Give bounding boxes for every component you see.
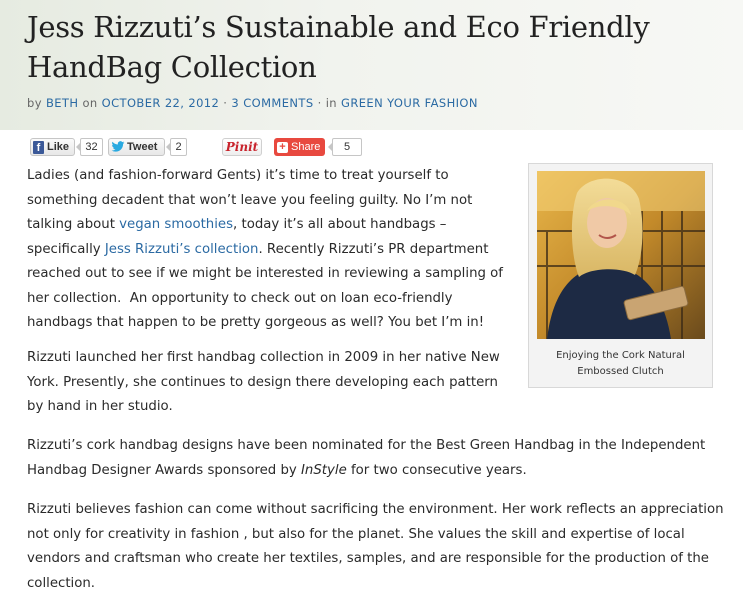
facebook-icon: f bbox=[33, 140, 44, 154]
plus-icon: + bbox=[277, 141, 288, 153]
post-title: Jess Rizzuti’s Sustainable and Eco Frien… bbox=[27, 10, 650, 84]
share-label: Share bbox=[291, 141, 321, 153]
photo-caption: Enjoying the Cork Natural Embossed Clutc… bbox=[556, 350, 685, 377]
photo-woman-with-cork-clutch bbox=[537, 171, 705, 339]
byline-on: on bbox=[82, 96, 98, 110]
photo-figure: Enjoying the Cork Natural Embossed Clutc… bbox=[528, 163, 713, 388]
tweet-button[interactable]: Tweet bbox=[108, 138, 165, 156]
body-paragraph-1: Ladies (and fashion-forward Gents) it’s … bbox=[27, 164, 507, 336]
post-byline: by BETH on OCTOBER 22, 2012 · 3 COMMENTS… bbox=[27, 96, 478, 110]
body-paragraph-4: Rizzuti believes fashion can come withou… bbox=[27, 502, 724, 591]
p3-text-2: for two consecutive years. bbox=[346, 462, 527, 478]
category-link[interactable]: GREEN YOUR FASHION bbox=[341, 96, 478, 110]
comments-link[interactable]: 3 COMMENTS bbox=[231, 96, 313, 110]
byline-in: · in bbox=[317, 96, 337, 110]
instyle-text: InStyle bbox=[301, 462, 347, 478]
facebook-like-button[interactable]: f Like bbox=[30, 138, 75, 156]
body-paragraph-3: Rizzuti’s cork handbag designs have been… bbox=[27, 434, 727, 483]
tweet-count: 2 bbox=[166, 138, 187, 156]
share-count: 5 bbox=[328, 138, 362, 156]
date-link[interactable]: OCTOBER 22, 2012 bbox=[102, 96, 220, 110]
facebook-like-label: Like bbox=[46, 141, 69, 153]
share-button[interactable]: + Share bbox=[274, 138, 325, 156]
tweet-label: Tweet bbox=[127, 141, 158, 153]
body-paragraph-2: Rizzuti launched her first handbag colle… bbox=[27, 350, 500, 414]
vegan-smoothies-link[interactable]: vegan smoothies bbox=[119, 217, 233, 232]
post-header: Jess Rizzuti’s Sustainable and Eco Frien… bbox=[0, 0, 743, 130]
facebook-like-count: 32 bbox=[76, 138, 103, 156]
jess-rizzuti-collection-link[interactable]: Jess Rizzuti’s collection bbox=[105, 242, 259, 257]
byline-by: by bbox=[27, 96, 42, 110]
author-link[interactable]: BETH bbox=[46, 96, 78, 110]
byline-separator: · bbox=[223, 96, 228, 110]
twitter-bird-icon bbox=[111, 141, 125, 152]
pinterest-pin-button[interactable]: Pinit bbox=[222, 138, 262, 156]
